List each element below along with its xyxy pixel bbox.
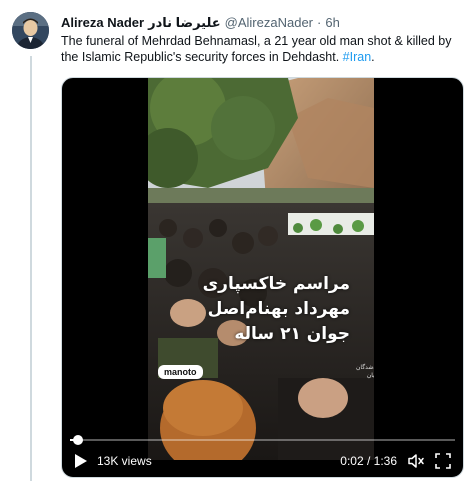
tweet-timestamp[interactable]: 6h bbox=[325, 14, 339, 32]
manoto-logo: manoto bbox=[158, 365, 203, 379]
overlay-line-1: مراسم خاکسپاری bbox=[202, 274, 350, 294]
tweet-body: The funeral of Mehrdad Behnamasl, a 21 y… bbox=[61, 34, 452, 64]
volume-muted-icon bbox=[408, 454, 424, 468]
avatar-icon bbox=[12, 12, 49, 49]
video-frame[interactable]: مراسم خاکسپاری مهرداد بهنام‌اصل جوان ۲۱ … bbox=[148, 78, 374, 460]
tweet-text: The funeral of Mehrdad Behnamasl, a 21 y… bbox=[61, 33, 459, 65]
video-thumbnail bbox=[148, 78, 374, 460]
fullscreen-button[interactable] bbox=[435, 453, 451, 469]
overlay-line-2: مهرداد بهنام‌اصل bbox=[207, 299, 350, 319]
tweet-trailing: . bbox=[371, 50, 375, 64]
hashtag-link[interactable]: #Iran bbox=[343, 50, 372, 64]
fullscreen-icon bbox=[435, 453, 451, 469]
video-player[interactable]: مراسم خاکسپاری مهرداد بهنام‌اصل جوان ۲۱ … bbox=[61, 77, 464, 478]
view-count: 13K views bbox=[97, 454, 152, 468]
tweet[interactable]: Alireza Nader علیرضا نادر @AlirezaNader … bbox=[0, 0, 474, 481]
separator-dot: · bbox=[317, 15, 322, 30]
thread-line bbox=[30, 56, 32, 481]
avatar[interactable] bbox=[12, 12, 49, 49]
video-overlay-caption: مراسم خاکسپاری مهرداد بهنام‌اصل جوان ۲۱ … bbox=[180, 272, 350, 347]
mute-button[interactable] bbox=[407, 452, 425, 470]
tweet-header: Alireza Nader علیرضا نادر @AlirezaNader … bbox=[61, 14, 462, 32]
author-name[interactable]: Alireza Nader bbox=[61, 14, 144, 32]
video-controls: 13K views 0:02 / 1:36 bbox=[62, 450, 463, 472]
play-button[interactable] bbox=[74, 453, 88, 469]
video-watermark: کشته‌شدگان انقلابیان bbox=[355, 364, 374, 379]
progress-scrubber[interactable] bbox=[73, 435, 84, 445]
play-icon bbox=[75, 454, 87, 468]
author-name-fa[interactable]: علیرضا نادر bbox=[148, 14, 221, 32]
video-progress-bar[interactable] bbox=[70, 435, 455, 445]
author-handle[interactable]: @AlirezaNader bbox=[225, 14, 313, 32]
time-display: 0:02 / 1:36 bbox=[340, 454, 397, 468]
overlay-line-3: جوان ۲۱ ساله bbox=[234, 324, 350, 344]
